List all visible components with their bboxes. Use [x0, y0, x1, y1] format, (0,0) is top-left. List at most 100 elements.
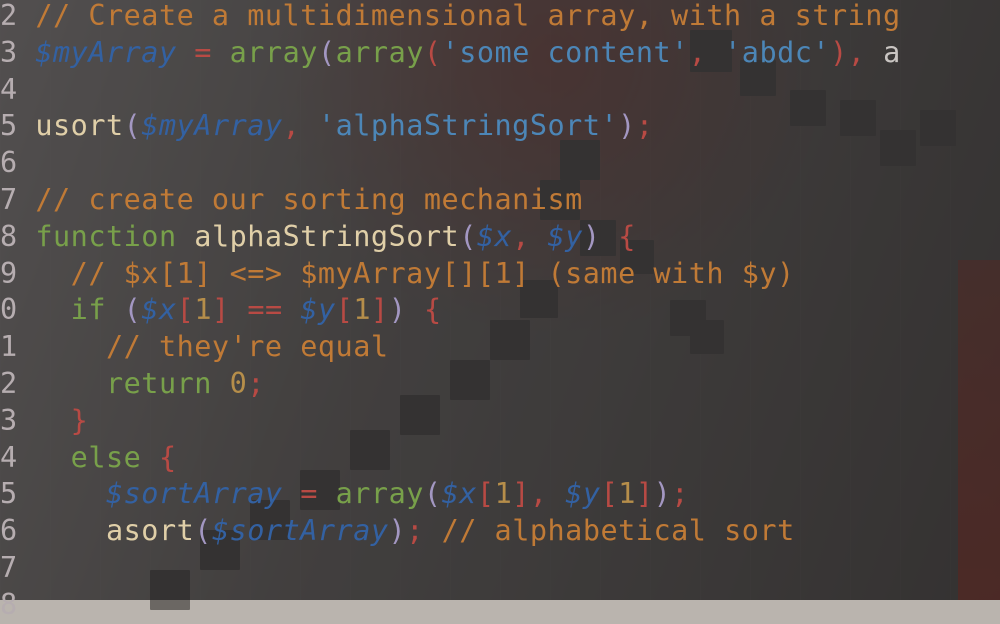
- line-number: 5: [0, 477, 18, 510]
- code-token: [212, 367, 230, 400]
- code-token: ]: [636, 477, 654, 510]
- code-token: ): [389, 293, 407, 326]
- code-token: [424, 514, 442, 547]
- code-token: [: [601, 477, 619, 510]
- code-token: ): [618, 109, 636, 142]
- code-token: ): [389, 514, 407, 547]
- code-token: ;: [247, 367, 265, 400]
- code-token: [212, 36, 230, 69]
- code-block: 2 // Create a multidimensional array, wi…: [0, 0, 901, 624]
- line-number: 0: [0, 293, 18, 326]
- code-line: 1 // they're equal: [0, 329, 901, 366]
- code-token: function: [35, 220, 176, 253]
- code-token: 1: [194, 293, 212, 326]
- code-token: [: [336, 293, 354, 326]
- code-token: =: [194, 36, 212, 69]
- line-number: 7: [0, 183, 18, 216]
- code-token: if: [71, 293, 106, 326]
- code-token: ): [830, 36, 848, 69]
- line-number: 5: [0, 109, 18, 142]
- code-token: [35, 293, 70, 326]
- code-token: [706, 36, 724, 69]
- code-token: ,: [283, 109, 301, 142]
- code-token: $myArray: [141, 109, 282, 142]
- line-number: 4: [0, 441, 18, 474]
- code-line: 3 }: [0, 403, 901, 440]
- code-token: ==: [247, 293, 282, 326]
- code-token: (: [318, 36, 336, 69]
- code-line: 3 $myArray = array(array('some content',…: [0, 35, 901, 72]
- code-token: ,: [530, 477, 548, 510]
- code-token: 'alphaStringSort': [318, 109, 618, 142]
- code-token: {: [159, 441, 177, 474]
- code-token: // Create a multidimensional array, with…: [35, 0, 900, 32]
- code-token: [283, 293, 301, 326]
- code-token: 1: [353, 293, 371, 326]
- code-token: [230, 293, 248, 326]
- line-number: 6: [0, 514, 18, 547]
- code-token: [106, 293, 124, 326]
- line-number: 3: [0, 36, 18, 69]
- line-number: 4: [0, 73, 18, 106]
- code-token: ,: [689, 36, 707, 69]
- code-token: [35, 514, 106, 547]
- code-token: else: [71, 441, 142, 474]
- code-token: 'some content': [442, 36, 689, 69]
- code-token: ;: [406, 514, 424, 547]
- code-token: [35, 404, 70, 437]
- code-token: (: [124, 109, 142, 142]
- code-token: [35, 367, 106, 400]
- code-token: array: [336, 477, 424, 510]
- code-token: ,: [512, 220, 530, 253]
- line-number: 8: [0, 220, 18, 253]
- code-token: [530, 220, 548, 253]
- line-number: 3: [0, 404, 18, 437]
- code-token: [283, 477, 301, 510]
- code-token: =: [300, 477, 318, 510]
- code-token: // alphabetical sort: [442, 514, 795, 547]
- code-token: [35, 330, 106, 363]
- line-number: 9: [0, 257, 18, 290]
- code-token: [177, 36, 195, 69]
- code-token: [: [177, 293, 195, 326]
- code-line: 8: [0, 587, 901, 624]
- code-token: (: [124, 293, 142, 326]
- code-token: (: [424, 36, 442, 69]
- code-token: 'abdc': [724, 36, 830, 69]
- code-line: 6: [0, 145, 901, 182]
- code-token: 1: [618, 477, 636, 510]
- code-line: 0 if ($x[1] == $y[1]) {: [0, 292, 901, 329]
- code-token: [141, 441, 159, 474]
- code-token: ]: [371, 293, 389, 326]
- code-token: [177, 220, 195, 253]
- code-token: [601, 220, 619, 253]
- code-token: 0: [230, 367, 248, 400]
- code-token: (: [194, 514, 212, 547]
- code-token: ;: [636, 109, 654, 142]
- code-token: ): [654, 477, 672, 510]
- code-token: [300, 109, 318, 142]
- code-token: $sortArray: [106, 477, 283, 510]
- code-token: [35, 477, 106, 510]
- code-token: return: [106, 367, 212, 400]
- code-line: 7 // create our sorting mechanism: [0, 182, 901, 219]
- code-token: // $x[1] <=> $myArray[][1] (same with $y…: [71, 257, 795, 290]
- code-token: array: [230, 36, 318, 69]
- code-line: 7: [0, 550, 901, 587]
- code-line: 5 $sortArray = array($x[1], $y[1]);: [0, 476, 901, 513]
- code-token: ]: [512, 477, 530, 510]
- code-line: 4 else {: [0, 440, 901, 477]
- code-token: ]: [212, 293, 230, 326]
- code-line: 8 function alphaStringSort($x, $y) {: [0, 219, 901, 256]
- code-token: $myArray: [35, 36, 176, 69]
- code-token: $y: [548, 220, 583, 253]
- code-token: // they're equal: [106, 330, 389, 363]
- code-token: [35, 257, 70, 290]
- code-line: 6 asort($sortArray); // alphabetical sor…: [0, 513, 901, 550]
- code-token: $x: [141, 293, 176, 326]
- code-token: [548, 477, 566, 510]
- code-token: $y: [565, 477, 600, 510]
- code-token: ,: [848, 36, 866, 69]
- code-token: [35, 441, 70, 474]
- line-number: 6: [0, 146, 18, 179]
